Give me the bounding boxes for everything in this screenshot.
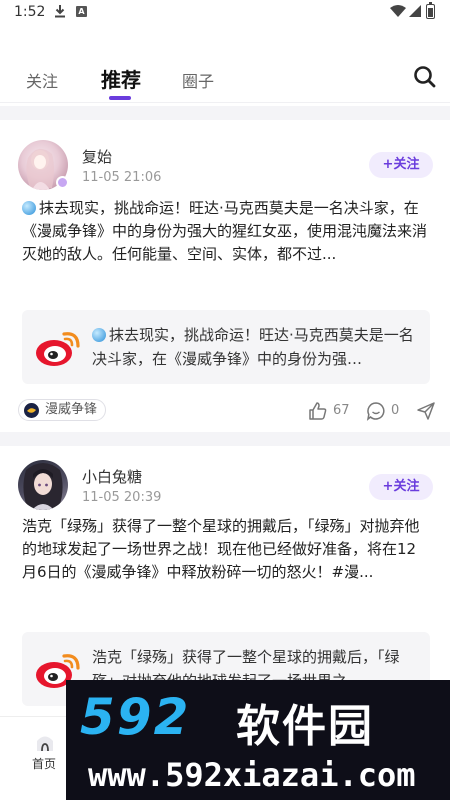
thumbs-up-icon <box>309 402 327 420</box>
signal-icon <box>409 5 421 17</box>
watermark-number: 592 <box>80 688 191 746</box>
author-name[interactable]: 复始 <box>82 146 112 167</box>
comment-icon <box>366 402 385 421</box>
bubble-icon <box>22 201 36 215</box>
post-text[interactable]: 浩克「绿殇」获得了一整个星球的拥戴后，「绿殇」对抛弃他的地球发起了一场世界之战！… <box>22 515 430 584</box>
like-count: 67 <box>333 403 350 418</box>
feed-separator <box>0 432 450 446</box>
post-time: 11-05 20:39 <box>82 490 162 505</box>
post-text-content: 抹去现实，挑战命运！旺达·马克西莫夫是一名决斗家，在《漫威争锋》中的身份为强大的… <box>22 199 428 263</box>
quoted-text: 抹去现实，挑战命运！旺达·马克西莫夫是一名决斗家，在《漫威争锋》中的身份为强… <box>92 323 418 371</box>
tab-recommend[interactable]: 推荐 <box>101 64 141 93</box>
author-name[interactable]: 小白兔糖 <box>82 466 142 487</box>
watermark-brand: 软件园 <box>236 701 374 752</box>
post-text[interactable]: 抹去现实，挑战命运！旺达·马克西莫夫是一名决斗家，在《漫威争锋》中的身份为强大的… <box>22 197 430 266</box>
follow-button[interactable]: +关注 <box>369 474 433 500</box>
post-time: 11-05 21:06 <box>82 170 162 185</box>
tabs-divider <box>0 102 450 103</box>
status-bar: 1:52 A <box>0 0 450 26</box>
watermark-url: www.592xiazai.com <box>88 756 416 794</box>
home-icon[interactable] <box>34 731 56 753</box>
a-badge-icon: A <box>76 6 87 17</box>
status-time: 1:52 <box>14 4 46 20</box>
tab-circle[interactable]: 圈子 <box>182 68 214 92</box>
top-tabs: 关注 推荐 圈子 <box>0 56 450 102</box>
comment-button[interactable]: 0 <box>366 401 402 421</box>
share-icon[interactable] <box>416 401 436 421</box>
topic-tag[interactable]: 漫威争锋 <box>18 399 107 421</box>
quoted-text-content: 抹去现实，挑战命运！旺达·马克西莫夫是一名决斗家，在《漫威争锋》中的身份为强… <box>92 326 414 368</box>
post-text-content: 浩克「绿殇」获得了一整个星球的拥戴后，「绿殇」对抛弃他的地球发起了一场世界之战！… <box>22 517 420 581</box>
download-icon <box>55 5 65 18</box>
avatar-badge-icon <box>56 176 69 189</box>
search-icon[interactable] <box>412 64 438 90</box>
active-tab-indicator <box>109 96 131 100</box>
battery-icon <box>426 2 435 19</box>
wifi-icon <box>390 5 406 17</box>
tab-follow[interactable]: 关注 <box>26 68 58 92</box>
weibo-icon <box>36 332 80 366</box>
topic-label: 漫威争锋 <box>45 402 98 417</box>
like-button[interactable]: 67 <box>308 401 354 421</box>
comment-count: 0 <box>391 403 400 418</box>
watermark-logo: 592 软件园 www.592xiazai.com <box>66 680 450 800</box>
quoted-post[interactable]: 抹去现实，挑战命运！旺达·马克西莫夫是一名决斗家，在《漫威争锋》中的身份为强… <box>22 310 430 384</box>
nav-home-label[interactable]: 首页 <box>32 755 56 772</box>
topic-icon <box>24 403 39 418</box>
avatar-image <box>23 463 63 510</box>
avatar[interactable] <box>18 460 68 510</box>
follow-button[interactable]: +关注 <box>369 152 433 178</box>
feed-separator <box>0 106 450 120</box>
bubble-icon <box>92 328 106 342</box>
